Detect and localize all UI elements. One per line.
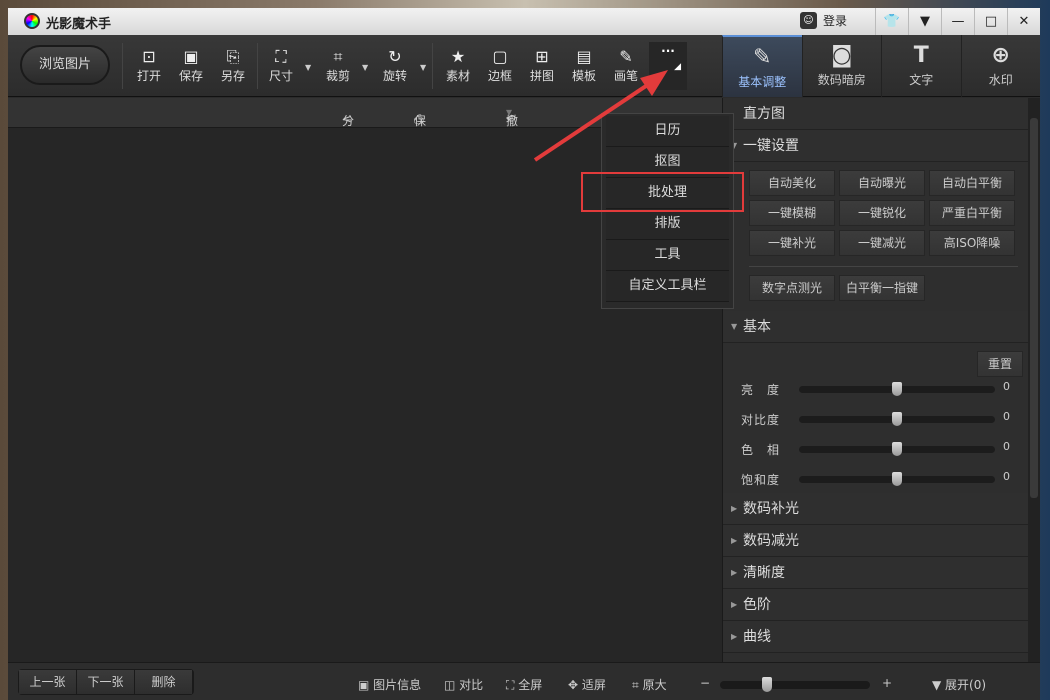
annotation-arrow [533,70,668,162]
